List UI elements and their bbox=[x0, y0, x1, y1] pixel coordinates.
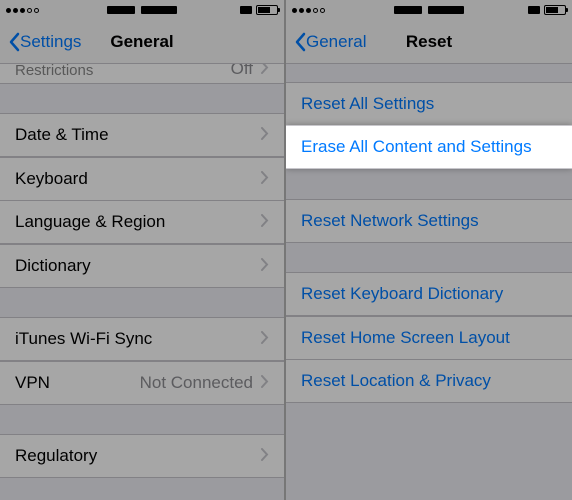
row-erase-all-content[interactable]: Erase All Content and Settings bbox=[286, 125, 572, 169]
status-indicator-redacted bbox=[240, 6, 252, 14]
row-dictionary[interactable]: Dictionary bbox=[0, 244, 284, 288]
row-value: Not Connected bbox=[140, 373, 253, 393]
row-vpn[interactable]: VPN Not Connected bbox=[0, 361, 284, 405]
time-redacted bbox=[141, 6, 177, 14]
row-label: Date & Time bbox=[15, 125, 261, 145]
status-indicator-redacted bbox=[528, 6, 540, 14]
reset-list: Reset All Settings Erase All Content and… bbox=[286, 64, 572, 403]
row-label: VPN bbox=[15, 373, 140, 393]
row-keyboard[interactable]: Keyboard bbox=[0, 157, 284, 201]
status-bar bbox=[0, 0, 284, 20]
chevron-right-icon bbox=[261, 64, 269, 79]
phone-left: Settings General Restrictions Off Date &… bbox=[0, 0, 286, 500]
chevron-left-icon bbox=[294, 32, 306, 52]
status-bar bbox=[286, 0, 572, 20]
signal-strength-icon bbox=[6, 8, 39, 13]
row-reset-home-screen-layout[interactable]: Reset Home Screen Layout bbox=[286, 316, 572, 360]
chevron-right-icon bbox=[261, 169, 269, 189]
chevron-right-icon bbox=[261, 256, 269, 276]
chevron-right-icon bbox=[261, 446, 269, 466]
nav-bar: General Reset bbox=[286, 20, 572, 64]
row-label: Regulatory bbox=[15, 446, 261, 466]
row-value: Off bbox=[231, 64, 253, 79]
row-reset-keyboard-dictionary[interactable]: Reset Keyboard Dictionary bbox=[286, 272, 572, 316]
row-reset-network-settings[interactable]: Reset Network Settings bbox=[286, 199, 572, 243]
row-reset-location-privacy[interactable]: Reset Location & Privacy bbox=[286, 359, 572, 403]
carrier-redacted bbox=[394, 6, 422, 14]
carrier-redacted bbox=[107, 6, 135, 14]
row-label: Dictionary bbox=[15, 256, 261, 276]
settings-list: Restrictions Off Date & Time Keyboard La… bbox=[0, 64, 284, 500]
row-itunes-wifi-sync[interactable]: iTunes Wi-Fi Sync bbox=[0, 317, 284, 361]
nav-title: General bbox=[110, 32, 173, 52]
row-restrictions[interactable]: Restrictions Off bbox=[0, 64, 284, 84]
chevron-left-icon bbox=[8, 32, 20, 52]
chevron-right-icon bbox=[261, 212, 269, 232]
row-label: Erase All Content and Settings bbox=[301, 137, 557, 157]
row-label: Language & Region bbox=[15, 212, 261, 232]
row-reset-all-settings[interactable]: Reset All Settings bbox=[286, 82, 572, 126]
battery-icon bbox=[544, 5, 566, 15]
chevron-right-icon bbox=[261, 125, 269, 145]
row-label: Keyboard bbox=[15, 169, 261, 189]
back-button[interactable]: Settings bbox=[8, 32, 81, 52]
row-label: Reset Location & Privacy bbox=[301, 371, 557, 391]
chevron-right-icon bbox=[261, 329, 269, 349]
row-label: Reset All Settings bbox=[301, 94, 557, 114]
row-date-time[interactable]: Date & Time bbox=[0, 113, 284, 157]
row-label: Reset Keyboard Dictionary bbox=[301, 284, 557, 304]
row-label: Restrictions bbox=[15, 64, 231, 79]
nav-title: Reset bbox=[406, 32, 452, 52]
row-label: iTunes Wi-Fi Sync bbox=[15, 329, 261, 349]
signal-strength-icon bbox=[292, 8, 325, 13]
back-label: Settings bbox=[20, 32, 81, 52]
chevron-right-icon bbox=[261, 373, 269, 393]
phone-right: General Reset Reset All Settings Erase A… bbox=[286, 0, 572, 500]
row-language-region[interactable]: Language & Region bbox=[0, 200, 284, 244]
back-label: General bbox=[306, 32, 366, 52]
battery-icon bbox=[256, 5, 278, 15]
row-label: Reset Network Settings bbox=[301, 211, 557, 231]
time-redacted bbox=[428, 6, 464, 14]
back-button[interactable]: General bbox=[294, 32, 366, 52]
row-label: Reset Home Screen Layout bbox=[301, 328, 557, 348]
nav-bar: Settings General bbox=[0, 20, 284, 64]
row-regulatory[interactable]: Regulatory bbox=[0, 434, 284, 478]
